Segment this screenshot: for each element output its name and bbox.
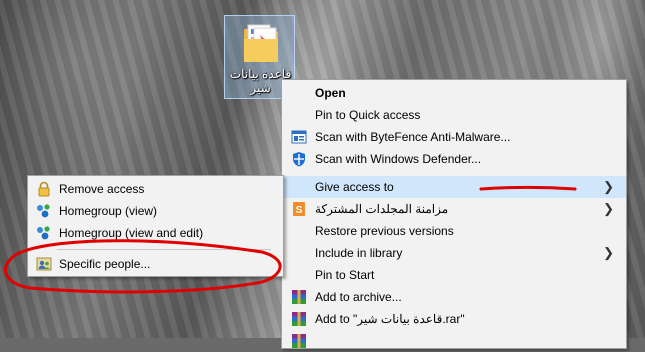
submenu-item-label: Remove access — [59, 182, 145, 196]
winrar-icon — [292, 312, 306, 326]
menu-item-pin-quick-access[interactable]: Pin to Quick access — [282, 104, 626, 126]
menu-item-label: Include in library — [315, 246, 403, 260]
bytefence-icon — [291, 130, 307, 144]
menu-item-sync-shared-folders[interactable]: S مزامنة المجلدات المشتركة ❯ — [282, 198, 626, 220]
menu-item-add-to-rar[interactable]: Add to "قاعدة بيانات شير.rar" — [282, 308, 626, 330]
menu-item-pin-start[interactable]: Pin to Start — [282, 264, 626, 286]
submenu-item-remove-access[interactable]: Remove access — [28, 178, 283, 200]
menu-item-add-archive[interactable]: Add to archive... — [282, 286, 626, 308]
chevron-right-icon: ❯ — [603, 201, 614, 216]
menu-item-label: Add to "قاعدة بيانات شير.rar" — [315, 312, 465, 326]
menu-item-label: Scan with ByteFence Anti-Malware... — [315, 130, 511, 144]
sync-icon: S — [293, 202, 305, 216]
folder-icon — [244, 24, 278, 62]
menu-item-scan-defender[interactable]: Scan with Windows Defender... — [282, 148, 626, 170]
menu-item-label: Add to archive... — [315, 290, 402, 304]
lock-icon — [38, 181, 50, 197]
people-icon — [36, 257, 52, 271]
homegroup-icon — [37, 204, 50, 218]
menu-item-label: Pin to Quick access — [315, 108, 421, 122]
submenu-item-label: Homegroup (view and edit) — [59, 226, 204, 240]
context-menu: Open Pin to Quick access Scan with ByteF… — [281, 79, 627, 349]
menu-item-label: Give access to — [315, 180, 394, 194]
menu-item-open[interactable]: Open — [282, 82, 626, 104]
menu-item-label: مزامنة المجلدات المشتركة — [315, 202, 449, 216]
submenu-item-homegroup-view[interactable]: Homegroup (view) — [28, 200, 283, 222]
menu-item-label: Pin to Start — [315, 268, 375, 282]
chevron-right-icon: ❯ — [603, 245, 614, 260]
submenu-item-label: Homegroup (view) — [59, 204, 158, 218]
winrar-icon — [292, 290, 306, 304]
menu-item-give-access[interactable]: Give access to ❯ — [282, 176, 626, 198]
submenu-separator — [57, 249, 271, 250]
menu-item-label: Restore previous versions — [315, 224, 454, 238]
submenu-item-label: Specific people... — [59, 257, 151, 271]
chevron-right-icon: ❯ — [603, 179, 614, 194]
menu-item-label: Open — [315, 86, 346, 100]
submenu-item-homegroup-view-edit[interactable]: Homegroup (view and edit) — [28, 222, 283, 244]
menu-item-restore-versions[interactable]: Restore previous versions — [282, 220, 626, 242]
submenu-item-specific-people[interactable]: Specific people... — [28, 253, 283, 275]
homegroup-icon — [37, 226, 50, 240]
menu-item-include-library[interactable]: Include in library ❯ — [282, 242, 626, 264]
svg-text:S: S — [296, 205, 303, 216]
menu-item-partial[interactable] — [282, 330, 626, 352]
winrar-icon — [292, 334, 306, 348]
menu-item-label: Scan with Windows Defender... — [315, 152, 482, 166]
menu-item-scan-bytefence[interactable]: Scan with ByteFence Anti-Malware... — [282, 126, 626, 148]
windows-defender-icon — [293, 152, 305, 167]
give-access-submenu: Remove access Homegroup (view) Homegroup… — [27, 175, 284, 277]
